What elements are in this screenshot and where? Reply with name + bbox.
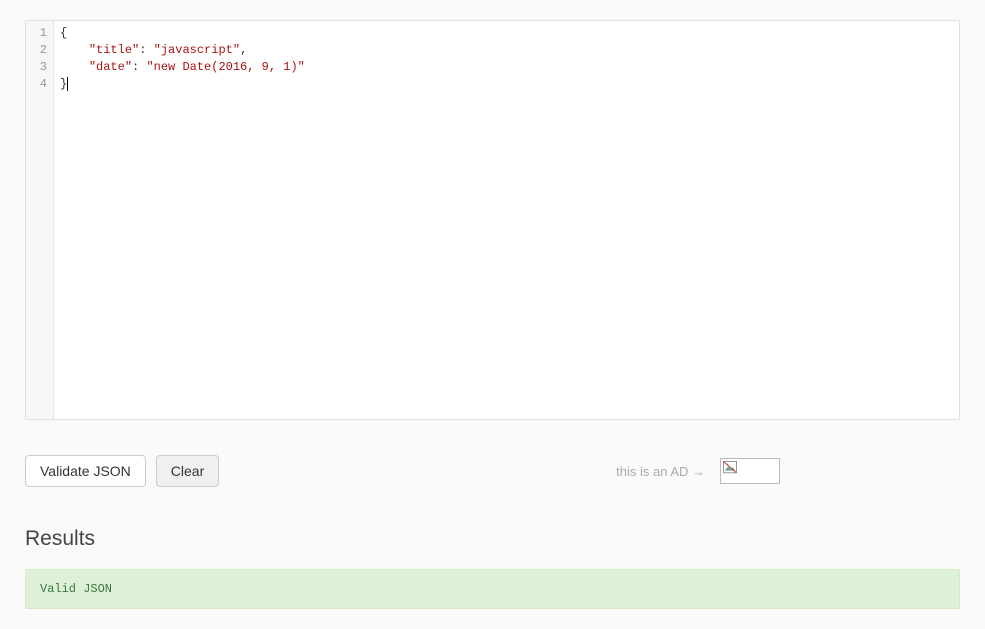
- results-section: Results Valid JSON: [25, 527, 960, 609]
- line-gutter: 1234: [26, 21, 54, 419]
- result-message: Valid JSON: [25, 569, 960, 609]
- controls-row: Validate JSON Clear this is an AD →: [25, 455, 960, 487]
- ad-label: this is an AD →: [616, 464, 705, 479]
- code-area[interactable]: { "title": "javascript", "date": "new Da…: [54, 21, 959, 419]
- line-number: 2: [26, 42, 53, 59]
- code-line[interactable]: }: [60, 76, 953, 93]
- ad-section: this is an AD →: [616, 458, 780, 484]
- ad-placeholder: [720, 458, 780, 484]
- code-line[interactable]: {: [60, 25, 953, 42]
- line-number: 1: [26, 25, 53, 42]
- line-number: 4: [26, 76, 53, 93]
- clear-button[interactable]: Clear: [156, 455, 219, 487]
- line-number: 3: [26, 59, 53, 76]
- json-editor[interactable]: 1234 { "title": "javascript", "date": "n…: [25, 20, 960, 420]
- broken-image-icon: [723, 461, 737, 475]
- code-line[interactable]: "title": "javascript",: [60, 42, 953, 59]
- results-heading: Results: [25, 527, 960, 551]
- text-cursor: [67, 77, 68, 91]
- validate-button[interactable]: Validate JSON: [25, 455, 146, 487]
- code-line[interactable]: "date": "new Date(2016, 9, 1)": [60, 59, 953, 76]
